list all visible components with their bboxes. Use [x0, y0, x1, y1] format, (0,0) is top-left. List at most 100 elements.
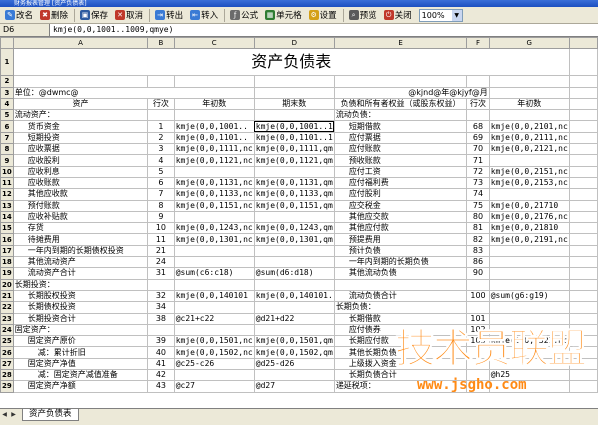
- table-cell[interactable]: 42: [147, 369, 175, 382]
- table-cell[interactable]: [568, 97, 598, 111]
- formula-input[interactable]: kmje(0,0,1001..1009,qmye): [50, 24, 598, 36]
- header-cell[interactable]: 行次: [147, 97, 175, 111]
- table-cell[interactable]: [488, 312, 570, 325]
- table-cell[interactable]: 83: [466, 244, 490, 258]
- table-cell[interactable]: kmje(0,0,2151,nc: [488, 165, 570, 178]
- table-cell[interactable]: 一年内到期的长期债权投资: [12, 244, 149, 258]
- table-cell[interactable]: @d21+d22: [253, 312, 335, 325]
- table-cell[interactable]: 应收补贴款: [12, 210, 149, 224]
- table-cell[interactable]: [173, 165, 255, 178]
- table-cell[interactable]: [466, 109, 490, 122]
- row-header[interactable]: 8: [0, 143, 14, 156]
- table-cell[interactable]: kmje(0,0,140101: [173, 289, 255, 303]
- table-cell[interactable]: 待摊费用: [12, 233, 149, 246]
- table-cell[interactable]: [253, 75, 335, 88]
- table-cell[interactable]: [173, 256, 255, 269]
- table-cell[interactable]: 长期投资：: [12, 278, 149, 291]
- table-cell[interactable]: 长期负债合计: [333, 369, 468, 382]
- table-cell[interactable]: [173, 369, 255, 382]
- table-cell[interactable]: kmje(0,0,1501,nc: [173, 335, 255, 348]
- table-cell[interactable]: @sum(g6:g19): [488, 289, 570, 303]
- table-cell[interactable]: [488, 109, 570, 122]
- table-cell[interactable]: [488, 86, 570, 99]
- table-cell[interactable]: @d25-d26: [253, 357, 335, 371]
- table-cell[interactable]: kmje(0,0,2321,nc: [488, 335, 570, 348]
- table-cell[interactable]: [488, 357, 570, 371]
- row-header[interactable]: 11: [0, 176, 14, 190]
- table-cell[interactable]: kmje(0,0,1101..1: [253, 131, 335, 145]
- table-cell[interactable]: 5: [147, 165, 175, 178]
- rename-button[interactable]: ✎ 改名: [2, 8, 36, 23]
- table-cell[interactable]: [253, 165, 335, 178]
- table-cell[interactable]: [12, 75, 149, 88]
- table-cell[interactable]: [568, 131, 598, 145]
- header-cell[interactable]: 行次: [466, 97, 490, 111]
- table-cell[interactable]: 90: [466, 267, 490, 280]
- table-cell[interactable]: [568, 154, 598, 167]
- table-cell[interactable]: [466, 369, 490, 382]
- row-header[interactable]: 22: [0, 301, 14, 314]
- table-cell[interactable]: 9: [147, 210, 175, 224]
- table-cell[interactable]: [568, 222, 598, 235]
- row-header[interactable]: 4: [0, 97, 14, 111]
- row-header[interactable]: 1: [0, 48, 14, 77]
- table-cell[interactable]: 21: [147, 244, 175, 258]
- table-cell[interactable]: [568, 256, 598, 269]
- table-cell[interactable]: 应收股利: [12, 154, 149, 167]
- cell-reference[interactable]: D6: [0, 24, 50, 36]
- table-cell[interactable]: kmje(0,0,21810: [488, 222, 570, 235]
- table-cell[interactable]: 一年内到期的长期负债: [333, 256, 468, 269]
- table-cell[interactable]: 存货: [12, 222, 149, 235]
- table-cell[interactable]: 固定资产原价: [12, 335, 149, 348]
- header-cell[interactable]: 年初数: [173, 97, 255, 111]
- row-header[interactable]: 23: [0, 312, 14, 325]
- table-cell[interactable]: [253, 109, 335, 122]
- table-cell[interactable]: 递延税项：: [333, 380, 468, 393]
- table-cell[interactable]: [253, 323, 335, 337]
- table-cell[interactable]: [466, 346, 490, 359]
- table-cell[interactable]: 2: [147, 131, 175, 145]
- table-cell[interactable]: @c27: [173, 380, 255, 393]
- table-cell[interactable]: [466, 75, 490, 88]
- table-cell[interactable]: kmje(0,0,2153,nc: [488, 176, 570, 190]
- table-cell[interactable]: 11: [147, 233, 175, 246]
- table-cell[interactable]: kmje(0,0,1131,qm: [253, 176, 335, 190]
- table-cell[interactable]: [253, 210, 335, 224]
- column-header[interactable]: B: [147, 37, 175, 50]
- table-cell[interactable]: [568, 312, 598, 325]
- tab-balance-sheet[interactable]: 资产负债表: [22, 409, 79, 421]
- table-cell[interactable]: 其他流动资产: [12, 256, 149, 269]
- table-cell[interactable]: kmje(0,0,1121,nc: [173, 154, 255, 167]
- table-cell[interactable]: [173, 210, 255, 224]
- table-cell[interactable]: 上级拨入资金: [333, 357, 468, 371]
- table-cell[interactable]: [568, 369, 598, 382]
- table-cell[interactable]: [568, 357, 598, 371]
- tab-first-icon[interactable]: ◀: [0, 409, 9, 420]
- table-cell[interactable]: [568, 48, 598, 77]
- spreadsheet-grid[interactable]: A B C D E F G 1 资产负债表 2 3 单位：@dwmc@ @kjnd@年@kjyf@月 4 资…: [0, 37, 598, 408]
- row-header[interactable]: 20: [0, 278, 14, 291]
- table-cell[interactable]: 其他应付款: [333, 222, 468, 235]
- table-cell[interactable]: kmje(0,0,1502,nc: [173, 346, 255, 359]
- row-header[interactable]: 12: [0, 188, 14, 201]
- table-cell[interactable]: 7: [147, 188, 175, 201]
- table-cell[interactable]: [568, 335, 598, 348]
- column-header[interactable]: D: [253, 37, 335, 50]
- table-cell[interactable]: [568, 165, 598, 178]
- row-header[interactable]: 14: [0, 210, 14, 224]
- table-cell[interactable]: @sum(c6:c18): [173, 267, 255, 280]
- table-cell[interactable]: [568, 199, 598, 212]
- sheet-title[interactable]: 资产负债表: [12, 48, 570, 77]
- table-cell[interactable]: [253, 86, 335, 99]
- table-cell[interactable]: [147, 323, 175, 337]
- row-header[interactable]: 3: [0, 86, 14, 99]
- table-cell[interactable]: 103: [466, 335, 490, 348]
- table-cell[interactable]: 40: [147, 346, 175, 359]
- table-cell[interactable]: [568, 176, 598, 190]
- cell-button[interactable]: ▦ 单元格: [262, 8, 305, 23]
- table-cell[interactable]: @sum(d6:d18): [253, 267, 335, 280]
- row-header[interactable]: 2: [0, 75, 14, 88]
- row-header[interactable]: 25: [0, 335, 14, 348]
- table-cell[interactable]: 流动资产：: [12, 109, 149, 122]
- table-cell[interactable]: 80: [466, 210, 490, 224]
